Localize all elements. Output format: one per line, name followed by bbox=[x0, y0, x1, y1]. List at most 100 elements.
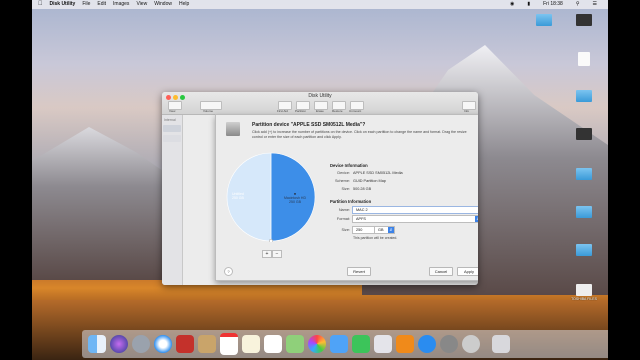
battery-icon[interactable]: ▮ bbox=[527, 0, 530, 9]
sidebar: Internal bbox=[162, 115, 183, 285]
format-label: Format: bbox=[329, 217, 353, 221]
internal-disk-icon bbox=[226, 122, 240, 136]
volume-label: Volume bbox=[203, 109, 214, 113]
desktop:  Disk Utility File Edit Images View Win… bbox=[32, 0, 608, 360]
reminders-icon[interactable] bbox=[264, 335, 282, 353]
slice-size-macintosh-hd: 250 GB bbox=[289, 200, 301, 204]
desktop-item[interactable] bbox=[564, 168, 604, 181]
desktop-item[interactable]: TOSHIBA FILES bbox=[564, 284, 604, 301]
menu-bar:  Disk Utility File Edit Images View Win… bbox=[32, 0, 608, 9]
trash-icon[interactable] bbox=[492, 335, 510, 353]
slice-size-untitled: 250 GB bbox=[232, 196, 244, 200]
screenshot-icon bbox=[576, 14, 592, 26]
folder-icon bbox=[576, 168, 592, 180]
device-key: Device: bbox=[337, 171, 350, 175]
apply-button[interactable]: Apply bbox=[457, 267, 478, 276]
menu-app-name[interactable]: Disk Utility bbox=[50, 0, 76, 9]
photos-icon[interactable] bbox=[308, 335, 326, 353]
drive-icon bbox=[576, 284, 592, 296]
menu-view[interactable]: View bbox=[136, 0, 147, 9]
menu-edit[interactable]: Edit bbox=[97, 0, 106, 9]
unmount-label: Unmount bbox=[349, 109, 362, 113]
name-key: Name: bbox=[338, 208, 350, 212]
dock bbox=[82, 330, 608, 358]
chevron-updown-icon: ⇵ bbox=[388, 227, 394, 233]
partition-info-heading: Partition Information bbox=[330, 199, 372, 204]
revert-button[interactable]: Revert bbox=[347, 267, 371, 276]
safari-icon[interactable] bbox=[154, 335, 172, 353]
size-label: Size: bbox=[329, 228, 353, 232]
size-key: Size: bbox=[341, 187, 350, 191]
format-select[interactable]: APFS ⇵ bbox=[352, 215, 478, 223]
desktop-item[interactable] bbox=[564, 244, 604, 257]
window-title: Disk Utility bbox=[308, 93, 332, 99]
folder-icon bbox=[536, 14, 552, 26]
help-button[interactable]: ? bbox=[224, 267, 233, 276]
menu-images[interactable]: Images bbox=[113, 0, 129, 9]
partition-label: Partition bbox=[295, 109, 307, 113]
apple-menu-icon[interactable]:  bbox=[38, 0, 43, 9]
sidebar-item-disk[interactable] bbox=[163, 125, 181, 132]
maps-icon[interactable] bbox=[286, 335, 304, 353]
desktop-item[interactable] bbox=[564, 90, 604, 103]
siri-icon[interactable] bbox=[110, 335, 128, 353]
messages-icon[interactable] bbox=[330, 335, 348, 353]
wifi-icon[interactable]: ◉ bbox=[510, 0, 514, 9]
ibooks-icon[interactable] bbox=[396, 335, 414, 353]
desktop-item[interactable] bbox=[524, 14, 564, 27]
size-input[interactable]: 250 bbox=[352, 226, 375, 234]
mail-icon[interactable] bbox=[198, 335, 216, 353]
first-aid-label: First Aid bbox=[277, 109, 288, 113]
scheme-value: GUID Partition Map bbox=[353, 179, 386, 183]
device-info-heading: Device Information bbox=[330, 163, 368, 168]
disk-utility-window: Disk Utility View Volume First Aid Parti… bbox=[162, 92, 478, 285]
desktop-item[interactable] bbox=[564, 52, 604, 67]
partition-pie-chart[interactable]: Untitled 250 GB ■ Macintosh HD 250 GB bbox=[226, 152, 316, 243]
document-icon bbox=[578, 52, 590, 66]
resize-handle[interactable] bbox=[269, 238, 274, 243]
facetime-icon[interactable] bbox=[352, 335, 370, 353]
sheet-title: Partition device "APPLE SSD SM0512L Medi… bbox=[252, 122, 366, 128]
launchpad-icon[interactable] bbox=[132, 335, 150, 353]
itunes-icon[interactable] bbox=[374, 335, 392, 353]
spotlight-icon[interactable]: ⚲ bbox=[576, 0, 580, 9]
desktop-item[interactable] bbox=[564, 14, 604, 27]
size-row: Size: 500.28 GB bbox=[329, 187, 372, 191]
app-store-icon[interactable] bbox=[418, 335, 436, 353]
notes-icon[interactable] bbox=[242, 335, 260, 353]
system-preferences-icon[interactable] bbox=[440, 335, 458, 353]
desktop-item[interactable] bbox=[564, 128, 604, 141]
name-label: Name: bbox=[329, 208, 353, 212]
pie-label-untitled: Untitled 250 GB bbox=[232, 192, 244, 200]
remove-partition-button[interactable]: − bbox=[272, 250, 282, 258]
add-partition-button[interactable]: + bbox=[262, 250, 272, 258]
video-icon bbox=[576, 128, 592, 140]
menu-file[interactable]: File bbox=[82, 0, 90, 9]
folder-icon bbox=[576, 90, 592, 102]
device-row: Device: APPLE SSD SM0512L Media bbox=[329, 171, 403, 175]
menu-help[interactable]: Help bbox=[179, 0, 189, 9]
folder-icon bbox=[576, 244, 592, 256]
size-input-value: 250 bbox=[356, 228, 363, 232]
cancel-button[interactable]: Cancel bbox=[429, 267, 453, 276]
menu-clock[interactable]: Fri 18:38 bbox=[543, 0, 563, 9]
calendar-icon[interactable] bbox=[220, 333, 238, 355]
pie-label-macintosh-hd: ■ Macintosh HD 250 GB bbox=[284, 192, 306, 204]
info-label: Info bbox=[464, 109, 470, 113]
format-value: APFS bbox=[356, 217, 366, 221]
finder-icon[interactable] bbox=[88, 335, 106, 353]
desktop-item[interactable] bbox=[564, 206, 604, 219]
desktop-item-label: TOSHIBA FILES bbox=[571, 297, 597, 301]
format-key: Format: bbox=[336, 217, 350, 221]
restore-label: Restore bbox=[332, 109, 343, 113]
size-value: 500.28 GB bbox=[353, 187, 372, 191]
sidebar-item-volume[interactable] bbox=[163, 135, 181, 142]
notification-center-icon[interactable]: ☰ bbox=[593, 0, 597, 9]
photo-booth-icon[interactable] bbox=[176, 335, 194, 353]
size-unit-select[interactable]: GB ⇵ bbox=[374, 226, 395, 234]
status-area: ◉ ▮ Fri 18:38 ⚲ ☰ bbox=[510, 0, 604, 9]
disk-utility-icon[interactable] bbox=[462, 335, 480, 353]
partition-name-input[interactable]: MAC 2 bbox=[352, 206, 478, 214]
device-value: APPLE SSD SM0512L Media bbox=[353, 171, 403, 175]
menu-window[interactable]: Window bbox=[154, 0, 172, 9]
